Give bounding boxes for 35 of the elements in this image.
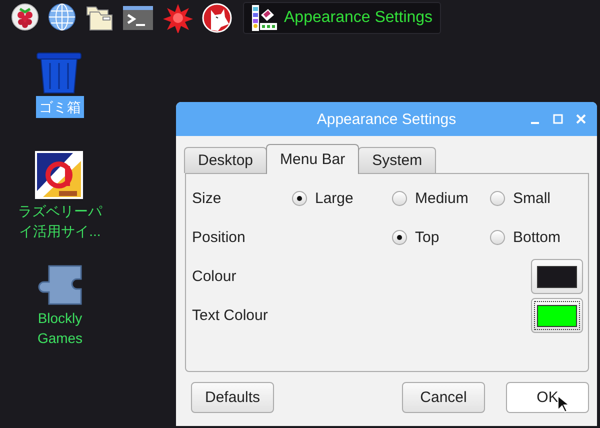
color-picker-button[interactable] <box>531 298 583 333</box>
star-burst-icon[interactable] <box>163 3 193 33</box>
tab[interactable]: Desktop <box>184 147 268 173</box>
radio-option[interactable]: Medium <box>392 190 490 207</box>
icon-label[interactable]: ラズベリーパイ活用サイ... <box>14 201 106 241</box>
terminal-icon[interactable] <box>122 3 154 33</box>
tab[interactable]: System <box>358 147 436 173</box>
radio-option[interactable]: Top <box>392 229 490 246</box>
icon-label[interactable]: Blockly Games <box>14 308 106 348</box>
setting-label: Text Colour <box>192 307 269 324</box>
radio-option[interactable]: Small <box>490 190 582 207</box>
setting-label: Size <box>192 190 222 207</box>
dialog-button[interactable]: Defaults <box>191 382 274 413</box>
globe-icon[interactable] <box>48 3 76 33</box>
setting-label: Colour <box>192 268 238 285</box>
cursor-icon <box>557 395 569 413</box>
app-tile-icon[interactable] <box>35 151 83 199</box>
tab[interactable]: Menu Bar <box>266 144 360 174</box>
palette-icon <box>250 4 278 32</box>
radio-button[interactable] <box>490 191 505 206</box>
radio-option[interactable]: Large <box>292 190 392 207</box>
setting-label: Position <box>192 229 246 246</box>
radio-button[interactable] <box>292 191 307 206</box>
radio-button[interactable] <box>490 230 505 245</box>
dialog-button[interactable]: OK <box>506 382 589 413</box>
window-title: Appearance Settings <box>316 110 456 128</box>
color-picker-button[interactable] <box>531 259 583 294</box>
radio-option[interactable]: Bottom <box>490 229 582 246</box>
radio-button[interactable] <box>392 191 407 206</box>
wolf-icon[interactable] <box>202 3 232 33</box>
radio-button[interactable] <box>392 230 407 245</box>
trash-icon[interactable] <box>35 52 83 94</box>
dialog-button[interactable]: Cancel <box>402 382 485 413</box>
raspberry-icon[interactable] <box>11 3 39 33</box>
taskbar-button[interactable]: Appearance Settings <box>243 2 441 34</box>
